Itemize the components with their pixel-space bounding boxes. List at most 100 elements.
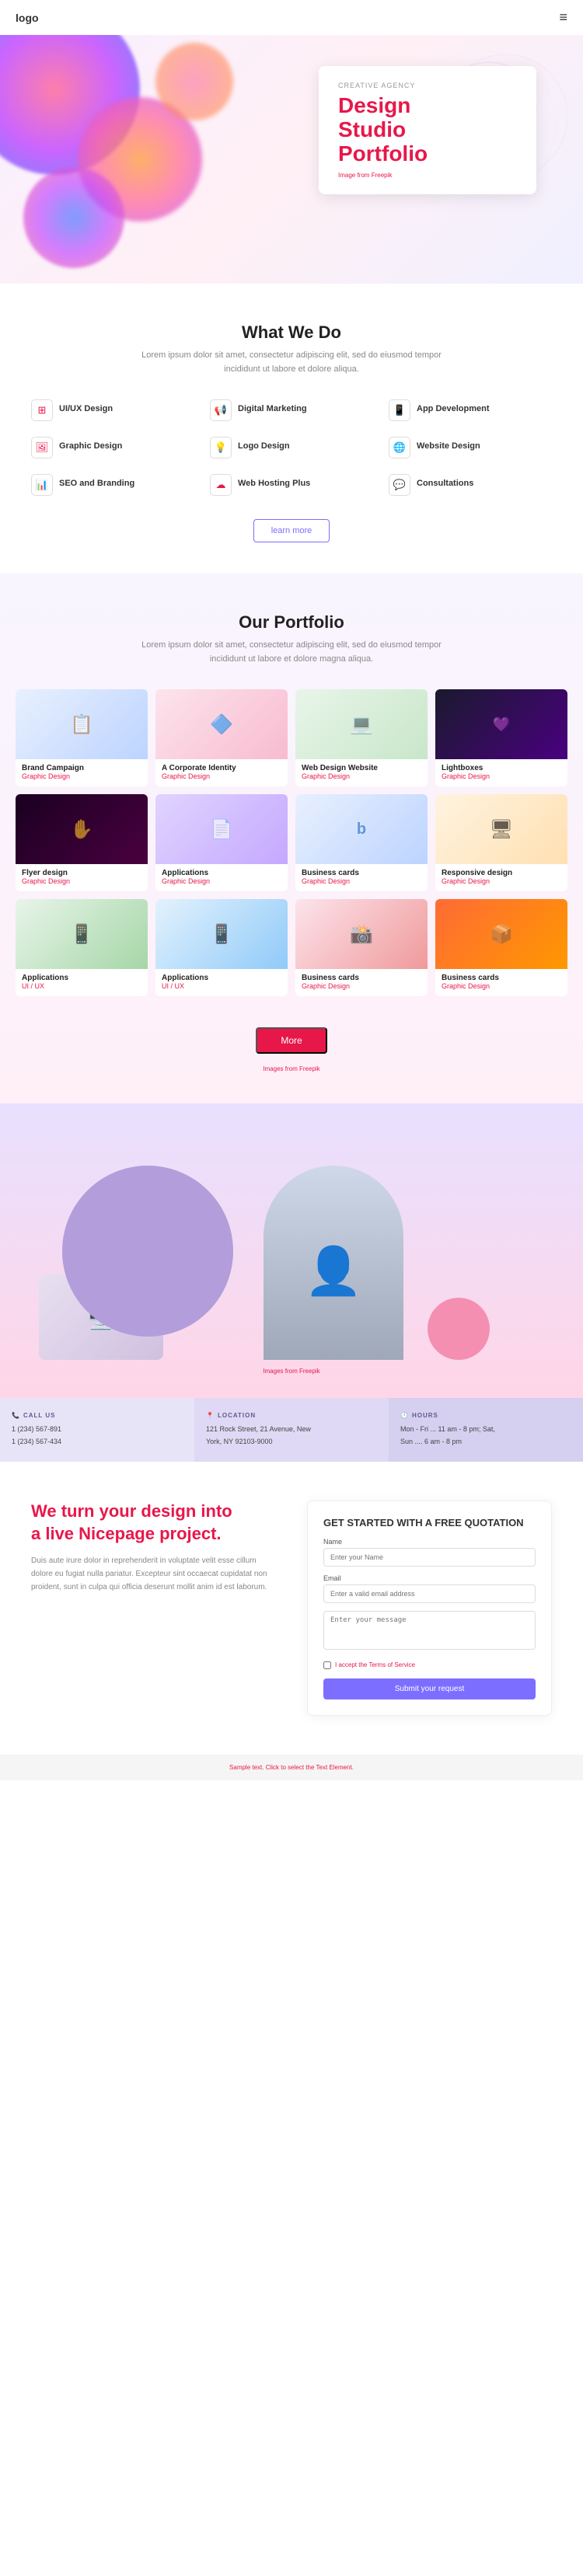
phone-icon: 📞 bbox=[12, 1412, 20, 1419]
portfolio-info-1: Brand Campaign Graphic Design bbox=[16, 759, 148, 786]
graphic-icon: 🖼 bbox=[31, 437, 53, 458]
portfolio-item-12[interactable]: 📦 Business cards Graphic Design bbox=[435, 899, 567, 996]
learn-more-button[interactable]: learn more bbox=[253, 519, 330, 542]
location-icon: 📍 bbox=[206, 1412, 215, 1419]
portfolio-icon-12: 📦 bbox=[490, 923, 513, 946]
portfolio-grid: 📋 Brand Campaign Graphic Design 🔷 A Corp… bbox=[16, 689, 567, 996]
hero-section: CREATIVE AGENCY Design Studio Portfolio … bbox=[0, 35, 583, 284]
checkbox-row: I accept the Terms of Service bbox=[323, 1661, 536, 1669]
portfolio-info-11: Business cards Graphic Design bbox=[295, 969, 428, 996]
team-section: 🖥️ 👤 Images from Freepik bbox=[0, 1103, 583, 1398]
pink-circle bbox=[428, 1298, 490, 1360]
terms-label: I accept the Terms of Service bbox=[335, 1661, 415, 1668]
service-seo: 📊 SEO and Branding bbox=[31, 474, 194, 496]
portfolio-thumb-9: 📱 bbox=[16, 899, 148, 969]
portfolio-icon-4: 💜 bbox=[493, 716, 510, 733]
hours-text: Mon - Fri ... 11 am - 8 pm; Sat, Sun ...… bbox=[400, 1424, 571, 1448]
seo-icon: 📊 bbox=[31, 474, 53, 496]
portfolio-icon-3: 💻 bbox=[350, 713, 373, 736]
service-logo: 💡 Logo Design bbox=[210, 437, 373, 458]
portfolio-item-8[interactable]: 🖥 Responsive design Graphic Design bbox=[435, 794, 567, 891]
header: logo ≡ bbox=[0, 0, 583, 35]
portfolio-icon-8: 🖥 bbox=[490, 818, 513, 841]
portfolio-item-9[interactable]: 📱 Applications UI / UX bbox=[16, 899, 148, 996]
graphic-label: Graphic Design bbox=[59, 437, 122, 451]
portfolio-name-10: Applications bbox=[162, 974, 281, 982]
portfolio-cat-4: Graphic Design bbox=[442, 772, 561, 780]
portfolio-icon-7: b bbox=[357, 821, 366, 838]
portfolio-item-3[interactable]: 💻 Web Design Website Graphic Design bbox=[295, 689, 428, 786]
service-consult: 💬 Consultations bbox=[389, 474, 552, 496]
logo-label: Logo Design bbox=[238, 437, 290, 451]
hours-label: 🕐 HOURS bbox=[400, 1412, 571, 1419]
portfolio-item-6[interactable]: 📄 Applications Graphic Design bbox=[155, 794, 288, 891]
service-hosting: ☁ Web Hosting Plus bbox=[210, 474, 373, 496]
call-us-box: 📞 CALL US 1 (234) 567-891 1 (234) 567-43… bbox=[0, 1398, 194, 1462]
portfolio-item-2[interactable]: 🔷 A Corporate Identity Graphic Design bbox=[155, 689, 288, 786]
portfolio-info-9: Applications UI / UX bbox=[16, 969, 148, 996]
hours-box: 🕐 HOURS Mon - Fri ... 11 am - 8 pm; Sat,… bbox=[389, 1398, 583, 1462]
portfolio-icon-11: 📸 bbox=[350, 923, 373, 946]
more-button[interactable]: More bbox=[256, 1027, 326, 1054]
portfolio-name-7: Business cards bbox=[302, 869, 421, 877]
portfolio-thumb-8: 🖥 bbox=[435, 794, 567, 864]
footer-text: Sample text. Click to select the Text El… bbox=[229, 1764, 354, 1771]
portfolio-cat-11: Graphic Design bbox=[302, 982, 421, 990]
service-app: 📱 App Development bbox=[389, 399, 552, 421]
menu-icon[interactable]: ≡ bbox=[559, 9, 567, 26]
name-input[interactable] bbox=[323, 1548, 536, 1567]
terms-checkbox[interactable] bbox=[323, 1661, 331, 1669]
portfolio-icon-5: ✋ bbox=[70, 818, 93, 841]
portfolio-cat-12: Graphic Design bbox=[442, 982, 561, 990]
app-label: App Development bbox=[417, 399, 490, 413]
hosting-icon: ☁ bbox=[210, 474, 232, 496]
portfolio-thumb-4: 💜 bbox=[435, 689, 567, 759]
portfolio-name-4: Lightboxes bbox=[442, 764, 561, 772]
logo: logo bbox=[16, 12, 39, 24]
portfolio-cat-9: UI / UX bbox=[22, 982, 141, 990]
portfolio-cat-10: UI / UX bbox=[162, 982, 281, 990]
bottom-left: We turn your design into a live Nicepage… bbox=[31, 1501, 276, 1716]
portfolio-item-7[interactable]: b Business cards Graphic Design bbox=[295, 794, 428, 891]
website-icon: 🌐 bbox=[389, 437, 410, 458]
team-illustration: 🖥️ 👤 bbox=[16, 1142, 567, 1360]
what-we-do-section: What We Do Lorem ipsum dolor sit amet, c… bbox=[0, 284, 583, 573]
portfolio-cat-8: Graphic Design bbox=[442, 877, 561, 885]
hero-subtitle: CREATIVE AGENCY bbox=[338, 82, 517, 89]
terms-link[interactable]: Terms of Service bbox=[368, 1661, 415, 1668]
service-graphic: 🖼 Graphic Design bbox=[31, 437, 194, 458]
portfolio-item-5[interactable]: ✋ Flyer design Graphic Design bbox=[16, 794, 148, 891]
submit-button[interactable]: Submit your request bbox=[323, 1678, 536, 1699]
location-box: 📍 LOCATION 121 Rock Street, 21 Avenue, N… bbox=[194, 1398, 389, 1462]
person-icon: 👤 bbox=[305, 1243, 363, 1298]
service-website: 🌐 Website Design bbox=[389, 437, 552, 458]
hero-blob-4 bbox=[155, 43, 233, 120]
website-label: Website Design bbox=[417, 437, 480, 451]
hero-blob-3 bbox=[23, 167, 124, 268]
portfolio-thumb-12: 📦 bbox=[435, 899, 567, 969]
portfolio-info-12: Business cards Graphic Design bbox=[435, 969, 567, 996]
portfolio-item-11[interactable]: 📸 Business cards Graphic Design bbox=[295, 899, 428, 996]
portfolio-item-10[interactable]: 📱 Applications UI / UX bbox=[155, 899, 288, 996]
portfolio-item-4[interactable]: 💜 Lightboxes Graphic Design bbox=[435, 689, 567, 786]
portfolio-name-5: Flyer design bbox=[22, 869, 141, 877]
portfolio-item-1[interactable]: 📋 Brand Campaign Graphic Design bbox=[16, 689, 148, 786]
hero-title: Design Studio Portfolio bbox=[338, 94, 517, 166]
hero-card: CREATIVE AGENCY Design Studio Portfolio … bbox=[319, 66, 536, 194]
call-us-label: 📞 CALL US bbox=[12, 1412, 183, 1419]
portfolio-cat-7: Graphic Design bbox=[302, 877, 421, 885]
call-us-text: 1 (234) 567-891 1 (234) 567-434 bbox=[12, 1424, 183, 1448]
portfolio-cat-5: Graphic Design bbox=[22, 877, 141, 885]
email-input[interactable] bbox=[323, 1584, 536, 1603]
message-input[interactable] bbox=[323, 1611, 536, 1650]
portfolio-info-4: Lightboxes Graphic Design bbox=[435, 759, 567, 786]
portfolio-cat-6: Graphic Design bbox=[162, 877, 281, 885]
portfolio-info-8: Responsive design Graphic Design bbox=[435, 864, 567, 891]
bottom-section: We turn your design into a live Nicepage… bbox=[0, 1462, 583, 1755]
portfolio-thumb-7: b bbox=[295, 794, 428, 864]
digital-label: Digital Marketing bbox=[238, 399, 307, 413]
what-we-do-title: What We Do bbox=[31, 322, 552, 343]
bottom-heading: We turn your design into a live Nicepage… bbox=[31, 1501, 276, 1545]
portfolio-thumb-6: 📄 bbox=[155, 794, 288, 864]
location-label: 📍 LOCATION bbox=[206, 1412, 377, 1419]
